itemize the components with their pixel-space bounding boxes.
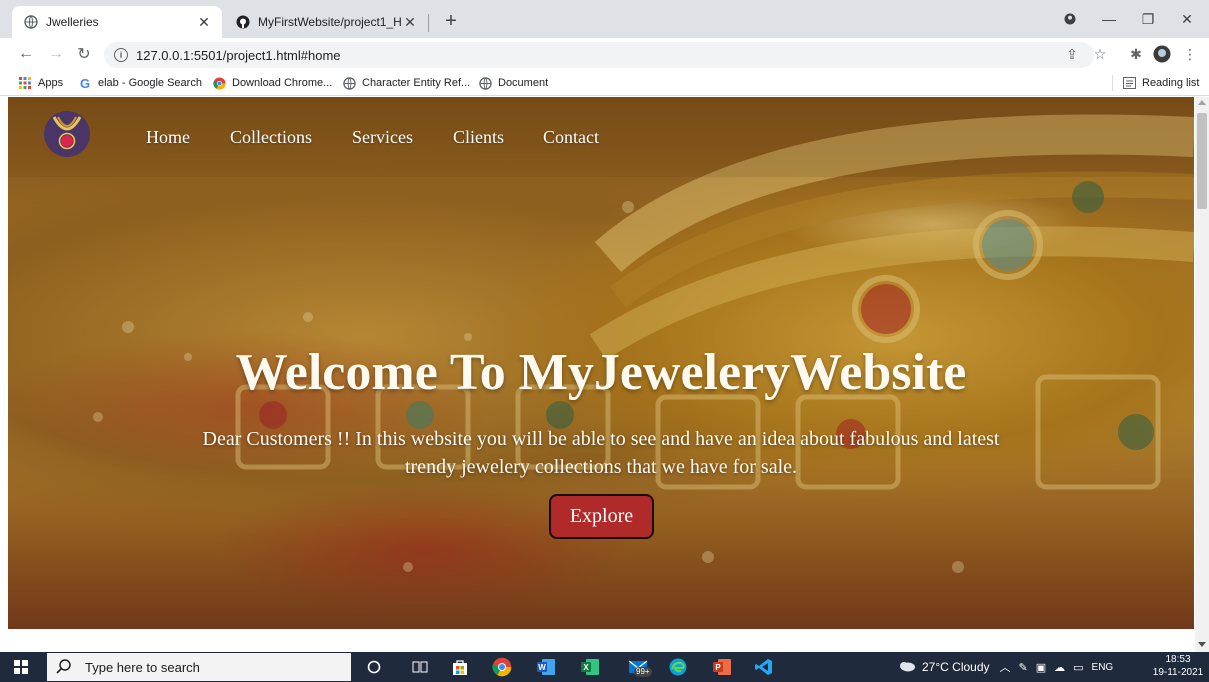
mail-icon[interactable]: 99+: [622, 655, 656, 679]
url-text: 127.0.0.1:5501/project1.html#home: [136, 47, 341, 63]
mail-badge: 99+: [634, 667, 652, 677]
edge-icon[interactable]: [666, 655, 690, 679]
bookmarks-bar: Apps G elab - Google Search Download Chr…: [0, 70, 1209, 96]
bookmarks-separator: [1112, 75, 1113, 91]
reading-list-button[interactable]: Reading list: [1122, 75, 1199, 91]
google-icon: G: [79, 75, 91, 91]
taskbar-search-input[interactable]: Type here to search: [47, 653, 351, 681]
globe-icon: [478, 76, 492, 90]
bookmark-label: elab - Google Search: [98, 77, 202, 89]
hero-section: Home Collections Services Clients Contac…: [8, 97, 1194, 629]
page-viewport: Home Collections Services Clients Contac…: [0, 97, 1209, 652]
display-icon[interactable]: ▣: [1036, 661, 1046, 674]
back-icon[interactable]: ←: [14, 42, 38, 66]
cloud-sync-icon[interactable]: ☁: [1054, 661, 1065, 674]
reading-list-icon: [1122, 76, 1136, 90]
task-view-icon[interactable]: [408, 655, 432, 679]
star-icon[interactable]: ☆: [1090, 44, 1110, 64]
close-window-icon[interactable]: ✕: [1172, 8, 1202, 30]
hero-description: Dear Customers !! In this website you wi…: [202, 428, 1000, 478]
battery-icon[interactable]: ▭: [1073, 661, 1083, 674]
globe-icon: [24, 15, 38, 29]
extensions-icon[interactable]: ✱: [1126, 44, 1146, 64]
minimize-icon[interactable]: —: [1094, 8, 1124, 30]
explore-button[interactable]: Explore: [549, 494, 654, 539]
cortana-icon[interactable]: [362, 655, 386, 679]
vscode-icon[interactable]: [752, 655, 776, 679]
hero-title: Welcome To MyJeweleryWebsite: [235, 344, 967, 401]
word-icon[interactable]: W: [534, 655, 558, 679]
svg-text:P: P: [715, 663, 721, 672]
restore-icon[interactable]: ❐: [1133, 8, 1163, 30]
svg-text:W: W: [538, 663, 546, 672]
bookmark-apps[interactable]: Apps: [18, 75, 63, 91]
chrome-icon: [212, 76, 226, 90]
weather-text[interactable]: 27°C Cloudy: [922, 660, 990, 674]
bookmark-label: Character Entity Ref...: [362, 77, 471, 89]
info-icon[interactable]: i: [114, 48, 128, 62]
clock-time: 18:53: [1165, 654, 1191, 665]
browser-toolbar: ← → ↻ i 127.0.0.1:5501/project1.html#hom…: [0, 38, 1209, 70]
nav-collections[interactable]: Collections: [230, 127, 312, 148]
nav-contact[interactable]: Contact: [543, 127, 599, 148]
necklace-logo-icon: [52, 116, 82, 150]
bookmark-label: Download Chrome...: [232, 77, 333, 89]
powerpoint-icon[interactable]: P: [710, 655, 734, 679]
apps-grid-icon: [18, 76, 32, 90]
globe-icon: [342, 76, 356, 90]
system-tray: 27°C Cloudy ︿ ✎ ▣ ☁ ▭ ENG: [898, 652, 1121, 682]
windows-start-icon[interactable]: [14, 660, 28, 674]
clock-date: 19-11-2021: [1152, 667, 1204, 678]
bookmark-download-chrome[interactable]: Download Chrome...: [212, 75, 332, 91]
bookmark-character-entity[interactable]: Character Entity Ref...: [342, 75, 470, 91]
chrome-icon[interactable]: [490, 655, 514, 679]
windows-taskbar: Type here to search W X 99+ P 27°C Cloud…: [0, 652, 1209, 682]
reading-list-label: Reading list: [1142, 77, 1200, 89]
chevron-up-icon[interactable]: ︿: [1000, 659, 1011, 675]
close-icon[interactable]: ✕: [402, 14, 418, 30]
site-logo[interactable]: [44, 111, 90, 157]
share-icon[interactable]: ⇪: [1062, 44, 1082, 64]
store-icon[interactable]: [448, 655, 472, 679]
tab-title: Jwelleries: [46, 15, 99, 29]
address-bar[interactable]: i 127.0.0.1:5501/project1.html#home: [104, 42, 1094, 68]
nav-clients[interactable]: Clients: [453, 127, 504, 148]
tab-title: MyFirstWebsite/project1_HTML:: [258, 15, 402, 29]
bookmark-document[interactable]: Document: [478, 75, 548, 91]
nav-home[interactable]: Home: [146, 127, 190, 148]
tab-separator: [428, 14, 429, 32]
pen-icon[interactable]: ✎: [1019, 661, 1028, 674]
search-icon: [56, 659, 71, 674]
weather-cloud-icon[interactable]: [898, 660, 916, 675]
profile-dot-icon[interactable]: [1055, 8, 1085, 30]
excel-icon[interactable]: X: [578, 655, 602, 679]
bookmark-label: Apps: [38, 77, 64, 89]
nav-services[interactable]: Services: [352, 127, 413, 148]
close-icon[interactable]: ✕: [196, 14, 212, 30]
scroll-up-arrow-icon[interactable]: [1198, 100, 1206, 105]
github-icon: [236, 15, 250, 29]
tab-github[interactable]: MyFirstWebsite/project1_HTML: ✕: [224, 6, 428, 38]
svg-text:X: X: [583, 663, 589, 672]
new-tab-button[interactable]: +: [440, 11, 462, 33]
forward-icon[interactable]: →: [44, 42, 68, 66]
page-scrollbar[interactable]: [1195, 97, 1209, 652]
reload-icon[interactable]: ↻: [72, 42, 96, 66]
tab-jwelleries[interactable]: Jwelleries ✕: [12, 6, 222, 38]
bookmark-elab[interactable]: G elab - Google Search: [78, 75, 202, 91]
menu-icon[interactable]: ⋮: [1180, 44, 1200, 64]
scroll-down-arrow-icon[interactable]: [1198, 642, 1206, 647]
browser-tab-strip: Jwelleries ✕ MyFirstWebsite/project1_HTM…: [0, 0, 1209, 38]
site-navbar: Home Collections Services Clients Contac…: [8, 97, 1194, 177]
bookmark-label: Document: [498, 77, 549, 89]
taskbar-clock[interactable]: 18:53 19-11-2021: [1150, 653, 1206, 679]
search-placeholder: Type here to search: [85, 659, 200, 675]
scroll-thumb[interactable]: [1197, 113, 1207, 209]
language-indicator[interactable]: ENG: [1092, 662, 1114, 673]
avatar[interactable]: [1152, 44, 1172, 64]
